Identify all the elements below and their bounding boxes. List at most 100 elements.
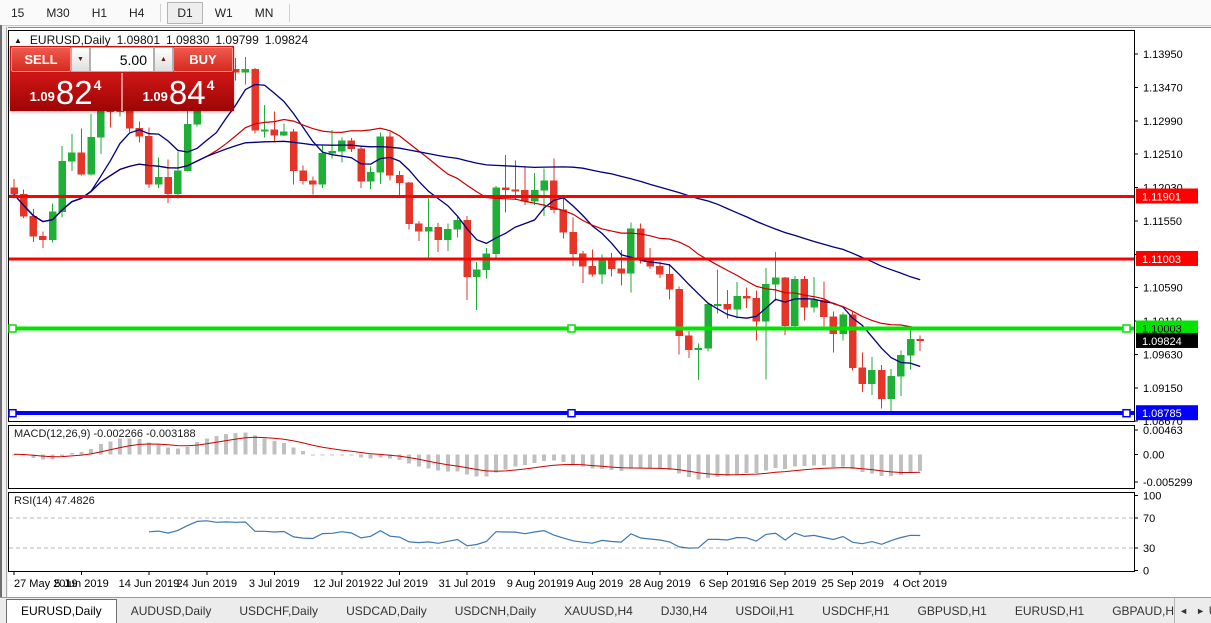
- sell-button[interactable]: SELL: [11, 47, 71, 72]
- buy-button[interactable]: BUY: [173, 47, 233, 72]
- candle: [145, 136, 152, 184]
- rsi-name: RSI(14): [14, 495, 52, 507]
- macd-indicator-label: MACD(12,26,9) -0.002266 -0.003188: [14, 428, 196, 440]
- level-handle[interactable]: [1123, 410, 1130, 417]
- timeframe-button-d1[interactable]: D1: [167, 2, 202, 24]
- candle: [724, 304, 731, 309]
- candle: [338, 141, 345, 151]
- candle: [68, 153, 75, 161]
- candle: [685, 336, 692, 350]
- level-handle[interactable]: [9, 325, 16, 332]
- candle: [878, 370, 885, 399]
- ohlc-high: 1.09830: [166, 33, 209, 47]
- price-divider: [121, 73, 123, 111]
- candle: [300, 171, 307, 181]
- candle: [329, 151, 336, 153]
- tab-usdchf-daily[interactable]: USDCHF,Daily: [225, 600, 332, 623]
- level-handle[interactable]: [568, 325, 575, 332]
- rsi-tick-label: 100: [1143, 491, 1161, 503]
- timeframe-button-m30[interactable]: M30: [36, 2, 79, 24]
- level-handle[interactable]: [9, 410, 16, 417]
- candle: [290, 132, 297, 171]
- macd-name: MACD(12,26,9): [14, 428, 90, 440]
- candle: [840, 315, 847, 334]
- rsi-indicator-label: RSI(14) 47.4826: [14, 495, 95, 507]
- candle: [820, 300, 827, 317]
- candle: [11, 188, 18, 195]
- candle: [358, 149, 365, 182]
- price-tick-label: 1.12990: [1143, 116, 1183, 128]
- date-tick-label: 25 Sep 2019: [821, 578, 883, 590]
- volume-increase-button[interactable]: ▲: [154, 47, 173, 72]
- tab-scroll-arrows: ◄►: [1174, 598, 1209, 623]
- buy-price-big: 84: [169, 76, 206, 109]
- candle: [377, 137, 384, 172]
- sell-price-pipette: 4: [94, 77, 102, 93]
- volume-decrease-button[interactable]: ▼: [71, 47, 90, 72]
- candle: [483, 254, 490, 270]
- macd-tick-label: 0.00: [1143, 449, 1164, 461]
- candle: [705, 304, 712, 348]
- candle: [570, 232, 577, 254]
- tab-scroll-right-icon[interactable]: ►: [1196, 606, 1205, 616]
- tab-scroll-left-icon[interactable]: ◄: [1179, 606, 1188, 616]
- sell-price-display[interactable]: 1.09 82 4: [10, 73, 121, 111]
- collapse-panel-icon[interactable]: ▲: [14, 36, 22, 45]
- candle: [425, 227, 432, 231]
- candle: [155, 177, 162, 184]
- tab-xauusd-h4[interactable]: XAUUSD,H4: [550, 600, 647, 623]
- tab-usdchf-h1[interactable]: USDCHF,H1: [808, 600, 903, 623]
- level-1-badge-text: 1.11003: [1142, 254, 1181, 266]
- tab-usdcnh-daily[interactable]: USDCNH,Daily: [441, 600, 550, 623]
- tab-audusd-daily[interactable]: AUDUSD,Daily: [117, 600, 226, 623]
- timeframe-button-15[interactable]: 15: [1, 2, 34, 24]
- candle: [30, 216, 37, 236]
- volume-input[interactable]: 5.00: [90, 47, 154, 72]
- date-tick-label: 5 Jun 2019: [54, 578, 108, 590]
- timeframe-button-h1[interactable]: H1: [82, 2, 117, 24]
- timeframe-button-mn[interactable]: MN: [245, 2, 284, 24]
- buy-price-display[interactable]: 1.09 84 4: [123, 73, 234, 111]
- date-tick-label: 6 Sep 2019: [699, 578, 755, 590]
- candle: [560, 210, 567, 232]
- rsi-tick-label: 30: [1143, 543, 1155, 555]
- tab-eurusd-daily[interactable]: EURUSD,Daily: [6, 599, 117, 623]
- candle: [541, 181, 548, 191]
- buy-price-prefix: 1.09: [143, 89, 168, 104]
- candle: [473, 270, 480, 277]
- candle: [849, 315, 856, 368]
- timeframe-button-h4[interactable]: H4: [119, 2, 154, 24]
- timeframe-button-w1[interactable]: W1: [205, 2, 243, 24]
- window-frame-line: [0, 25, 2, 622]
- candle: [242, 69, 249, 72]
- candle: [627, 229, 634, 274]
- candle: [280, 132, 287, 135]
- level-handle[interactable]: [1123, 325, 1130, 332]
- tab-gbpusd-h1[interactable]: GBPUSD,H1: [904, 600, 1001, 623]
- candle: [743, 296, 750, 298]
- candle: [801, 279, 808, 307]
- price-tick-label: 1.09150: [1143, 383, 1183, 395]
- candle: [666, 274, 673, 289]
- rsi-pane-frame: [9, 493, 1135, 572]
- candle: [39, 236, 46, 239]
- date-tick-label: 12 Jul 2019: [313, 578, 370, 590]
- chart-symbol-title: EURUSD,Daily: [30, 33, 111, 47]
- level-0-badge-text: 1.11901: [1142, 191, 1181, 203]
- rsi-tick-label: 0: [1143, 565, 1149, 577]
- tab-dj30-h4[interactable]: DJ30,H4: [647, 600, 722, 623]
- candle: [897, 355, 904, 376]
- candle: [917, 339, 924, 341]
- date-tick-label: 3 Jul 2019: [249, 578, 300, 590]
- tab-eurusd-h1[interactable]: EURUSD,H1: [1001, 600, 1098, 623]
- candle: [599, 261, 606, 275]
- date-tick-label: 9 Aug 2019: [507, 578, 563, 590]
- tab-usdcad-daily[interactable]: USDCAD,Daily: [332, 600, 441, 623]
- main-chart-canvas[interactable]: 1.139501.134701.129901.125101.120301.115…: [8, 30, 1211, 597]
- level-handle[interactable]: [568, 410, 575, 417]
- rsi-value: 47.4826: [55, 495, 95, 507]
- date-tick-label: 4 Oct 2019: [893, 578, 947, 590]
- date-tick-label: 14 Jun 2019: [119, 578, 180, 590]
- tab-usdoil-h1[interactable]: USDOil,H1: [721, 600, 808, 623]
- date-tick-label: 28 Aug 2019: [629, 578, 691, 590]
